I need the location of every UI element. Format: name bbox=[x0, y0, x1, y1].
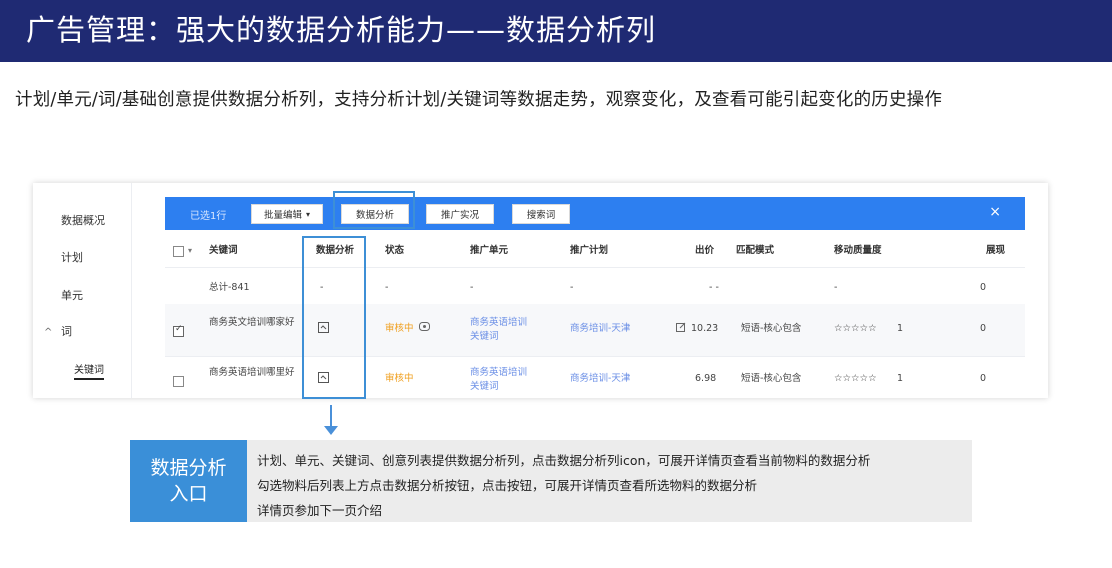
row-checkbox-checked[interactable]: ✓ bbox=[173, 324, 184, 337]
row2-keyword[interactable]: 商务英语培训哪里好 bbox=[209, 366, 301, 380]
batch-edit-label: 批量编辑 bbox=[263, 210, 302, 221]
edit-icon[interactable] bbox=[676, 322, 686, 337]
row2-quality-value: 1 bbox=[897, 373, 904, 384]
promo-report-button[interactable]: 推广实况 bbox=[426, 204, 494, 224]
active-underline bbox=[74, 378, 104, 380]
total-unit: - bbox=[470, 282, 474, 293]
batch-edit-dropdown[interactable]: 批量编辑 ▾ bbox=[251, 204, 323, 224]
row1-quality-stars: ☆☆☆☆☆ bbox=[834, 323, 877, 334]
callout-line-3: 详情页参加下一页介绍 bbox=[257, 503, 383, 518]
row-divider bbox=[165, 267, 1025, 268]
total-label: 总计-841 bbox=[209, 282, 250, 293]
total-plan: - bbox=[570, 282, 574, 293]
col-header-impressions[interactable]: 展现 bbox=[986, 244, 1005, 258]
col-header-match[interactable]: 匹配模式 bbox=[736, 244, 774, 258]
total-quality: - bbox=[834, 282, 838, 293]
chevron-up-icon[interactable]: ^ bbox=[44, 327, 52, 338]
slide-description: 计划/单元/词/基础创意提供数据分析列，支持分析计划/关键词等数据走势，观察变化… bbox=[15, 90, 943, 110]
row2-quality-stars: ☆☆☆☆☆ bbox=[834, 373, 877, 384]
callout-label-line1: 数据分析 bbox=[150, 457, 227, 479]
row1-bid[interactable]: 10.23 bbox=[691, 322, 718, 336]
sidebar-item-data-overview[interactable]: 数据概况 bbox=[61, 212, 105, 228]
row-checkbox[interactable] bbox=[173, 376, 184, 387]
row2-unit-link[interactable]: 商务英语培训关键词 bbox=[470, 366, 536, 394]
status-detail-icon[interactable] bbox=[419, 322, 430, 336]
slide-title: 广告管理：强大的数据分析能力——数据分析列 bbox=[26, 13, 657, 47]
row1-plan-link[interactable]: 商务培训-天津 bbox=[570, 322, 630, 336]
chevron-down-icon[interactable]: ▾ bbox=[188, 244, 192, 258]
row2-impressions: 0 bbox=[980, 373, 987, 384]
sidebar-item-unit[interactable]: 单元 bbox=[61, 287, 83, 303]
selection-toolbar: 已选1行 批量编辑 ▾ 数据分析 推广实况 搜索词 × bbox=[165, 197, 1025, 230]
row2-status: 审核中 bbox=[385, 373, 414, 384]
callout-line-1: 计划、单元、关键词、创意列表提供数据分析列，点击数据分析列icon，可展开详情页… bbox=[257, 453, 871, 468]
highlight-data-analysis-button bbox=[333, 191, 415, 229]
col-header-status[interactable]: 状态 bbox=[385, 244, 404, 258]
col-header-unit[interactable]: 推广单元 bbox=[470, 244, 508, 258]
row1-unit-link[interactable]: 商务英语培训关键词 bbox=[470, 316, 536, 344]
col-header-bid[interactable]: 出价 bbox=[695, 244, 714, 258]
highlight-data-analysis-column bbox=[302, 236, 366, 399]
row1-match: 短语-核心包含 bbox=[741, 323, 802, 334]
callout-line-2: 勾选物料后列表上方点击数据分析按钮，点击按钮，可展开详情页查看所选物料的数据分析 bbox=[257, 478, 758, 493]
callout-label: 数据分析 入口 bbox=[130, 440, 247, 522]
row1-impressions: 0 bbox=[980, 323, 987, 334]
col-header-keyword[interactable]: 关键词 bbox=[209, 244, 238, 258]
col-header-mobile-quality[interactable]: 移动质量度 bbox=[834, 244, 882, 258]
arrow-down-icon bbox=[324, 426, 338, 435]
callout-label-line2: 入口 bbox=[169, 483, 208, 505]
row1-quality-value: 1 bbox=[897, 323, 904, 334]
chevron-down-icon: ▾ bbox=[306, 209, 311, 219]
check-icon: ✓ bbox=[175, 324, 183, 334]
row1-keyword[interactable]: 商务英文培训哪家好 bbox=[209, 316, 301, 330]
selected-count: 已选1行 bbox=[190, 211, 227, 222]
close-icon[interactable]: × bbox=[989, 204, 1001, 220]
sidebar-item-word[interactable]: 词 bbox=[61, 323, 72, 339]
row1-status: 审核中 bbox=[385, 323, 414, 334]
col-header-plan[interactable]: 推广计划 bbox=[570, 244, 608, 258]
total-status: - bbox=[385, 282, 389, 293]
sidebar-subitem-keyword[interactable]: 关键词 bbox=[74, 361, 104, 376]
sidebar: 数据概况 计划 单元 ^ 词 关键词 bbox=[33, 183, 132, 398]
search-term-button[interactable]: 搜索词 bbox=[512, 204, 570, 224]
row-divider bbox=[165, 356, 1025, 357]
row2-bid[interactable]: 6.98 bbox=[695, 372, 716, 386]
row2-plan-link[interactable]: 商务培训-天津 bbox=[570, 372, 630, 386]
total-bid: - - bbox=[709, 282, 719, 293]
select-all-checkbox[interactable] bbox=[173, 246, 184, 257]
ui-screenshot: 数据概况 计划 单元 ^ 词 关键词 已选1行 批量编辑 ▾ 数据分析 推广实况… bbox=[33, 183, 1048, 398]
total-impressions: 0 bbox=[980, 282, 987, 293]
callout-text-box: 计划、单元、关键词、创意列表提供数据分析列，点击数据分析列icon，可展开详情页… bbox=[247, 440, 972, 522]
row2-match: 短语-核心包含 bbox=[741, 373, 802, 384]
sidebar-item-plan[interactable]: 计划 bbox=[61, 249, 83, 265]
slide-header: 广告管理：强大的数据分析能力——数据分析列 bbox=[0, 0, 1112, 62]
